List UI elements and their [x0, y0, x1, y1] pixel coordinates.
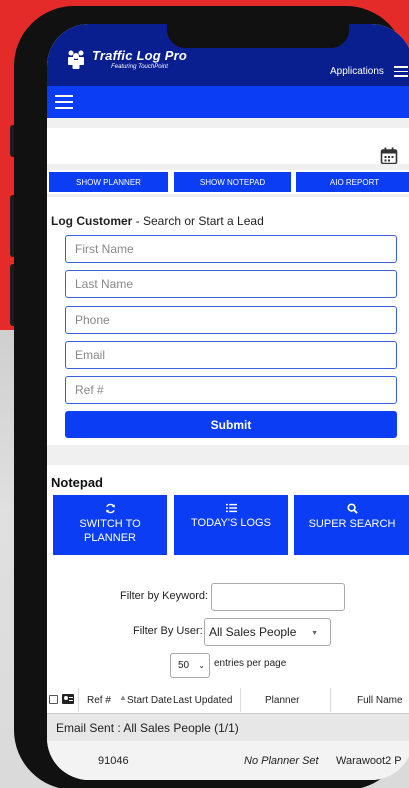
table-group-row: Email Sent : All Sales People (1/1) [47, 714, 409, 741]
table-header: Ref # ▲ Start Date Last Updated Planner … [47, 686, 409, 714]
column-divider [240, 688, 241, 712]
app-logo[interactable]: Traffic Log Pro Featuring TouchPoint [65, 48, 187, 70]
filter-keyword-label: Filter by Keyword: [120, 590, 209, 602]
divider [47, 194, 409, 197]
switch-to-planner-button[interactable]: SWITCH TO PLANNER [53, 495, 167, 555]
ref-field[interactable]: Ref # [65, 376, 397, 404]
logo-subtitle: Featuring TouchPoint [111, 64, 168, 70]
last-name-field[interactable]: Last Name [65, 270, 397, 298]
logo-title: Traffic Log Pro [92, 48, 187, 63]
search-icon [346, 503, 358, 514]
switch-label-line2: PLANNER [84, 532, 136, 544]
applications-menu-icon[interactable] [394, 66, 408, 77]
entries-per-page-label: entries per page [214, 658, 287, 669]
select-all-checkbox[interactable] [49, 695, 58, 704]
logo-text: Traffic Log Pro Featuring TouchPoint [92, 48, 187, 70]
submit-button[interactable]: Submit [65, 411, 397, 438]
aio-report-button[interactable]: AIO REPORT [296, 172, 409, 192]
chevron-down-icon: ⌄ [198, 661, 205, 670]
todays-logs-label: TODAY'S LOGS [191, 517, 271, 529]
keyword-filter-input[interactable] [211, 583, 345, 611]
super-search-label: SUPER SEARCH [308, 518, 396, 530]
applications-link[interactable]: Applications [330, 66, 384, 77]
list-icon [225, 503, 237, 513]
log-customer-title-rest: - Search or Start a Lead [132, 214, 264, 228]
column-header-planner[interactable]: Planner [265, 695, 299, 706]
first-name-field[interactable]: First Name [65, 235, 397, 263]
column-header-last-updated[interactable]: Last Updated [173, 695, 233, 706]
sort-asc-icon[interactable]: ▲ [119, 693, 127, 702]
column-header-ref[interactable]: Ref # [87, 695, 111, 706]
hamburger-menu-icon[interactable] [55, 95, 73, 109]
select-arrow-icon: ▼ [311, 630, 318, 637]
column-divider [330, 688, 331, 712]
people-logo-icon [68, 50, 84, 69]
column-header-start-date[interactable]: Start Date [127, 695, 172, 706]
cell-planner: No Planner Set [244, 755, 319, 767]
column-header-full-name[interactable]: Full Name [357, 695, 403, 706]
todays-logs-button[interactable]: TODAY'S LOGS [174, 495, 288, 555]
toolbar: SHOW PLANNER SHOW NOTEPAD AIO REPORT [47, 172, 409, 192]
super-search-button[interactable]: SUPER SEARCH [294, 495, 409, 555]
user-filter-select[interactable]: All Sales People ▼ [204, 618, 331, 646]
show-planner-button[interactable]: SHOW PLANNER [49, 172, 168, 192]
notepad-title: Notepad [51, 475, 103, 490]
cell-ref: 91046 [98, 755, 129, 767]
phone-screen: Traffic Log Pro Featuring TouchPoint App… [47, 24, 409, 780]
column-divider [78, 688, 79, 712]
entries-per-page-select[interactable]: 50 ⌄ [170, 653, 210, 678]
email-field[interactable]: Email [65, 341, 397, 369]
user-filter-value: All Sales People [209, 625, 297, 639]
filter-user-label: Filter By User: [133, 625, 203, 637]
divider [47, 445, 409, 465]
table-row[interactable]: 91046 No Planner Set Warawoot2 P [47, 741, 409, 780]
nav-bar [47, 86, 409, 118]
phone-frame: Traffic Log Pro Featuring TouchPoint App… [14, 6, 409, 788]
entries-value: 50 [178, 660, 190, 671]
calendar-icon[interactable] [380, 147, 398, 165]
phone-notch [167, 24, 349, 48]
divider [47, 164, 409, 170]
switch-label-line1: SWITCH TO [79, 518, 141, 530]
phone-field[interactable]: Phone [65, 306, 397, 334]
refresh-icon [105, 503, 115, 514]
show-notepad-button[interactable]: SHOW NOTEPAD [174, 172, 291, 192]
cell-full-name: Warawoot2 P [336, 755, 402, 767]
contact-card-icon [62, 694, 74, 704]
spacer [47, 118, 409, 128]
log-customer-title: Log Customer - Search or Start a Lead [51, 214, 264, 228]
log-customer-title-bold: Log Customer [51, 214, 133, 228]
